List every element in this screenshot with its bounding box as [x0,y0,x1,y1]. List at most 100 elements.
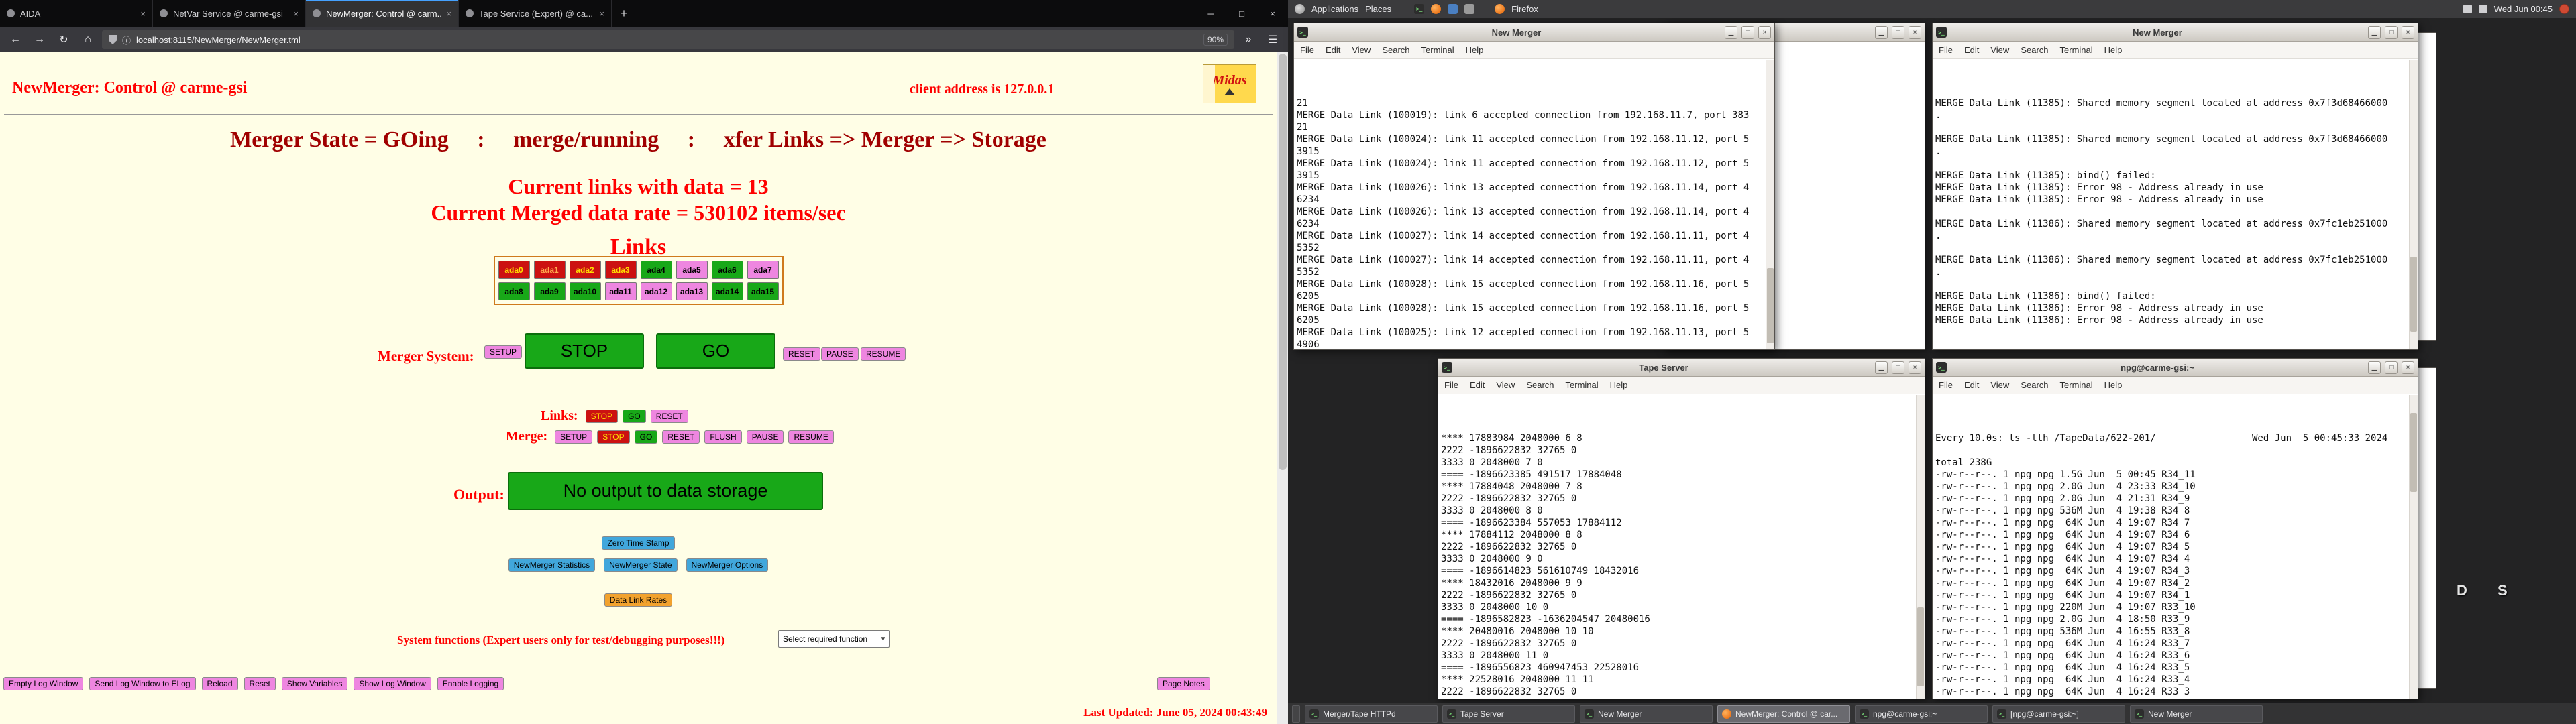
titlebar[interactable]: >_ npg@carme-gsi:~ ▁ □ × [1933,359,2418,377]
link-button[interactable]: ada1 [534,261,566,279]
menu-item[interactable]: Help [1610,380,1628,390]
home-icon[interactable]: ⌂ [78,30,98,49]
link-button[interactable]: ada6 [712,261,743,279]
taskbar-item-new-merger-2[interactable]: >_ New Merger [2130,705,2263,723]
window-new-merger-errors[interactable]: >_ New Merger ▁ □ × FileEditViewSearchTe… [1932,23,2418,350]
newmerger-statistics-button[interactable]: NewMerger Statistics [508,558,595,572]
menu-item[interactable]: Edit [1964,380,1979,390]
footer-button[interactable]: Show Log Window [354,677,431,690]
tab-netvar-service[interactable]: NetVar Service @ carme-gsi × [153,0,306,27]
new-tab-button[interactable]: + [612,0,636,27]
overflow-menu-icon[interactable]: » [1238,30,1258,49]
menu-item[interactable]: File [1300,45,1314,55]
newmerger-state-button[interactable]: NewMerger State [604,558,677,572]
links-go-button[interactable]: GO [623,410,646,423]
menu-item[interactable]: Help [2104,45,2123,55]
minimize-icon[interactable]: ─ [1195,0,1226,27]
forward-icon[interactable]: → [30,30,50,49]
link-button[interactable]: ada2 [570,261,601,279]
menu-item[interactable]: View [1990,45,2009,55]
link-button[interactable]: ada13 [676,282,708,300]
footer-button[interactable]: Empty Log Window [3,677,83,690]
taskbar-item-httpd[interactable]: >_ Merger/Tape HTTPd [1305,705,1438,723]
desktop-icon-label[interactable]: D [2457,582,2467,599]
merge-go-button[interactable]: GO [635,430,658,444]
menu-item[interactable]: File [1939,380,1953,390]
desktop-icon-label[interactable]: S [2498,582,2508,599]
merger-go-button[interactable]: GO [656,333,775,369]
merge-stop-button[interactable]: STOP [597,430,629,444]
window-tape-server[interactable]: >_ Tape Server ▁ □ × FileEditViewSearchT… [1438,358,1925,699]
menu-item[interactable]: Search [1526,380,1554,390]
window-new-merger-log[interactable]: >_ New Merger ▁ □ × FileEditViewSearchTe… [1293,23,1775,350]
terminal-scrollbar[interactable] [1766,60,1774,349]
system-function-select[interactable]: Select required function ▼ [778,630,890,648]
taskbar-handle[interactable] [1292,705,1300,723]
close-button[interactable]: × [2402,361,2414,374]
tab-close-icon[interactable]: × [599,9,604,19]
places-menu[interactable]: Places [1365,4,1391,14]
reload-icon[interactable]: ↻ [54,30,74,49]
merge-setup-button[interactable]: SETUP [555,430,592,444]
maximize-button[interactable]: □ [1892,361,1904,374]
footer-button[interactable]: Reset [244,677,276,690]
maximize-icon[interactable]: □ [1226,0,1257,27]
merger-resume-button[interactable]: RESUME [861,347,906,361]
merger-reset-button[interactable]: RESET [783,347,820,361]
titlebar[interactable]: >_ New Merger ▁ □ × [1294,23,1774,42]
firefox-launcher-icon[interactable] [1431,4,1441,14]
menu-item[interactable]: Edit [1326,45,1340,55]
merge-reset-button[interactable]: RESET [662,430,700,444]
menu-item[interactable]: Terminal [1566,380,1599,390]
close-button[interactable]: × [1909,26,1921,39]
site-info-icon[interactable]: ⓘ [122,34,131,46]
merger-pause-button[interactable]: PAUSE [821,347,859,361]
terminal-scrollbar[interactable] [2409,395,2418,699]
maximize-button[interactable]: □ [2385,26,2398,39]
merge-pause-button[interactable]: PAUSE [747,430,784,444]
terminal-launcher-icon[interactable]: >_ [1414,4,1424,14]
scrollbar-thumb[interactable] [2410,257,2417,332]
minimize-button[interactable]: ▁ [1875,26,1888,39]
menu-item[interactable]: Edit [1470,380,1485,390]
close-icon[interactable]: × [1257,0,1288,27]
footer-button[interactable]: Send Log Window to ELog [89,677,195,690]
links-stop-button[interactable]: STOP [586,410,618,423]
clock[interactable]: Wed Jun 00:45 [2494,4,2553,14]
scrollbar-thumb[interactable] [2410,413,2417,492]
url-bar[interactable]: ⓘ localhost:8115/NewMerger/NewMerger.tml… [102,30,1234,49]
links-reset-button[interactable]: RESET [651,410,688,423]
taskbar-item-npg-terminal-minimized[interactable]: >_ [npg@carme-gsi:~] [1992,705,2125,723]
shield-icon[interactable] [109,35,117,44]
link-button[interactable]: ada12 [641,282,672,300]
tab-newmerger-control[interactable]: NewMerger: Control @ carm... × [306,0,459,27]
maximize-button[interactable]: □ [2385,361,2398,374]
active-app-menu[interactable]: Firefox [1511,4,1538,14]
menu-item[interactable]: Help [2104,380,2123,390]
merge-flush-button[interactable]: FLUSH [704,430,741,444]
tab-tape-service[interactable]: Tape Service (Expert) @ ca... × [459,0,612,27]
menu-item[interactable]: File [1939,45,1953,55]
footer-button[interactable]: Enable Logging [437,677,504,690]
link-button[interactable]: ada8 [498,282,530,300]
network-tray-icon[interactable] [2463,5,2472,13]
page-notes-button[interactable]: Page Notes [1157,677,1210,690]
volume-tray-icon[interactable] [2479,5,2487,13]
zoom-level[interactable]: 90% [1203,34,1228,46]
output-status-button[interactable]: No output to data storage [508,472,823,510]
footer-button[interactable]: Show Variables [282,677,348,690]
link-button[interactable]: ada3 [605,261,637,279]
tab-close-icon[interactable]: × [446,9,451,19]
link-button[interactable]: ada15 [747,282,779,300]
maximize-button[interactable]: □ [1741,26,1754,39]
data-link-rates-button[interactable]: Data Link Rates [604,593,672,607]
menu-item[interactable]: Terminal [2060,45,2093,55]
terminal-scrollbar[interactable] [2409,60,2418,349]
taskbar-item-new-merger[interactable]: >_ New Merger [1580,705,1713,723]
taskbar-item-newmerger-control[interactable]: NewMerger: Control @ car... [1717,705,1850,723]
link-button[interactable]: ada10 [570,282,601,300]
menu-item[interactable]: Help [1466,45,1484,55]
tab-close-icon[interactable]: × [293,9,299,19]
tab-aida[interactable]: AIDA × [0,0,153,27]
zero-time-stamp-button[interactable]: Zero Time Stamp [602,536,674,550]
